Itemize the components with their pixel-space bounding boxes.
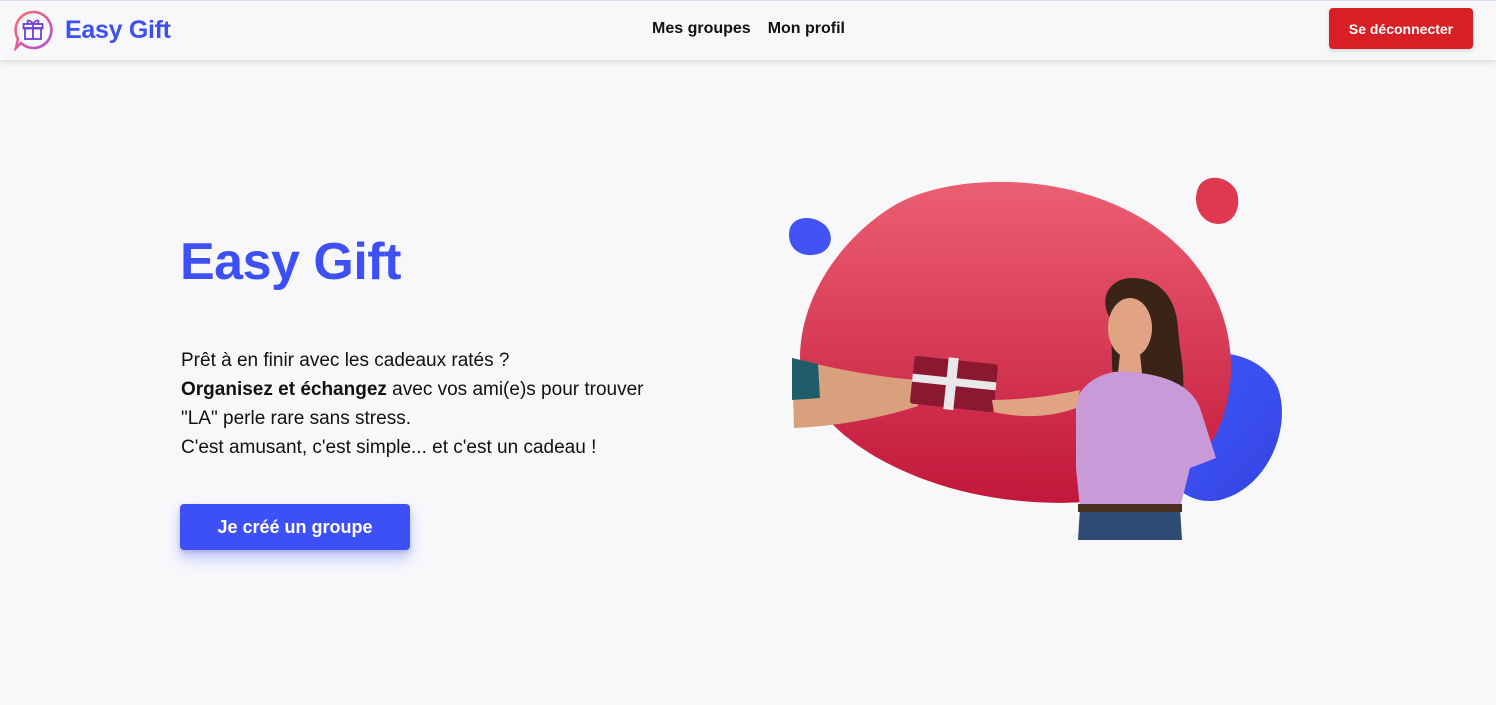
hero-line-3: "LA" perle rare sans stress. <box>181 408 411 429</box>
hero-line-2-rest: avec vos ami(e)s pour trouver <box>386 379 644 400</box>
hero-description: Prêt à en finir avec les cadeaux ratés ?… <box>181 346 741 462</box>
hero-line-4: C'est amusant, c'est simple... et c'est … <box>181 437 597 458</box>
hero-title: Easy Gift <box>180 233 401 291</box>
navbar: Easy Gift Mes groupes Mon profil Se déco… <box>0 0 1496 60</box>
logout-button[interactable]: Se déconnecter <box>1329 8 1473 49</box>
gift-box <box>910 356 998 412</box>
create-group-button[interactable]: Je créé un groupe <box>180 504 410 550</box>
main-nav: Mes groupes Mon profil <box>652 20 845 38</box>
brand[interactable]: Easy Gift <box>12 9 171 51</box>
small-red-blob <box>1196 177 1239 224</box>
hero-line-2-strong: Organisez et échangez <box>181 379 387 400</box>
woman-receiving-gift-illustration <box>788 177 1282 540</box>
hero-line-2: Organisez et échangez avec vos ami(e)s p… <box>181 375 741 404</box>
brand-name: Easy Gift <box>65 15 171 44</box>
small-blue-blob <box>788 217 831 256</box>
gift-bubble-icon <box>14 10 53 51</box>
nav-link-mon-profil[interactable]: Mon profil <box>768 20 845 38</box>
hero-line-1: Prêt à en finir avec les cadeaux ratés ? <box>181 350 510 371</box>
nav-link-mes-groupes[interactable]: Mes groupes <box>652 20 751 38</box>
